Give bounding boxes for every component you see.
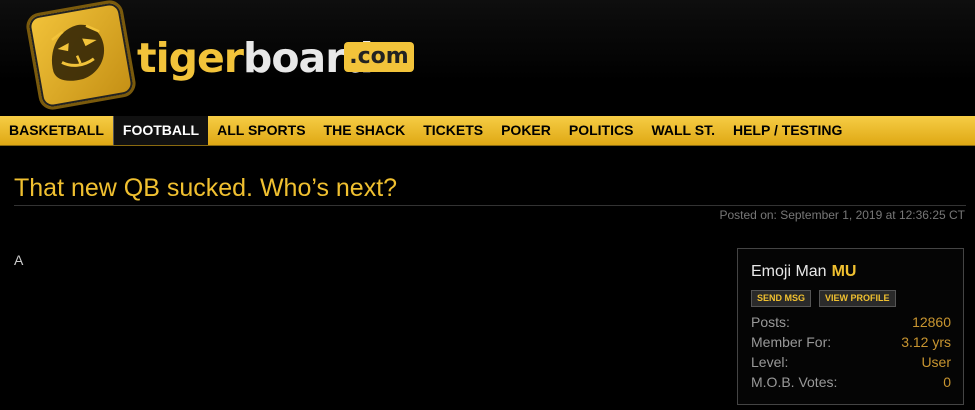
nav-item-poker[interactable]: POKER [492, 116, 560, 145]
stat-row: M.O.B. Votes: 0 [751, 372, 951, 392]
user-school: MU [831, 263, 857, 280]
nav-item-the-shack[interactable]: THE SHACK [315, 116, 415, 145]
main-nav: BASKETBALL FOOTBALL ALL SPORTS THE SHACK TIC… [0, 116, 975, 146]
title-divider [14, 205, 966, 206]
logo-wordmark-tiger: tiger [137, 34, 244, 82]
tiger-head-icon [24, 0, 138, 112]
nav-item-wall-st[interactable]: WALL ST. [642, 116, 724, 145]
send-msg-button[interactable]: SEND MSG [751, 290, 812, 307]
page-title: That new QB sucked. Who’s next? [14, 174, 398, 202]
nav-item-help-testing[interactable]: HELP / TESTING [724, 116, 851, 145]
nav-item-politics[interactable]: POLITICS [560, 116, 643, 145]
logo-com-badge: .com [344, 42, 414, 72]
stat-label: Level: [751, 354, 789, 370]
stat-row: Member For: 3.12 yrs [751, 332, 951, 352]
username-link[interactable]: Emoji Man [751, 263, 827, 280]
stat-label: Member For: [751, 334, 832, 350]
logo-wordmark: tigerboard [137, 34, 374, 82]
post-body: A [14, 252, 24, 268]
stat-value: 12860 [912, 314, 951, 330]
nav-item-football[interactable]: FOOTBALL [112, 116, 209, 145]
nav-item-tickets[interactable]: TICKETS [414, 116, 492, 145]
site-header: tigerboard .com [0, 0, 975, 116]
user-action-buttons: SEND MSG VIEW PROFILE [751, 290, 896, 307]
user-name-line: Emoji Man MU [751, 263, 856, 281]
stat-value: 3.12 yrs [901, 334, 951, 350]
stat-row: Level: User [751, 352, 951, 372]
user-info-box: Emoji Man MU SEND MSG VIEW PROFILE Posts:… [737, 248, 964, 405]
stat-label: Posts: [751, 314, 790, 330]
stat-row: Posts: 12860 [751, 312, 951, 332]
nav-item-basketball[interactable]: BASKETBALL [0, 116, 113, 145]
stat-value: User [921, 354, 951, 370]
stat-value: 0 [943, 374, 951, 390]
user-stats: Posts: 12860 Member For: 3.12 yrs Level: User… [751, 312, 951, 392]
posted-timestamp: Posted on: September 1, 2019 at 12:36:25… [719, 208, 966, 222]
view-profile-button[interactable]: VIEW PROFILE [819, 290, 896, 307]
stat-label: M.O.B. Votes: [751, 374, 838, 390]
nav-item-all-sports[interactable]: ALL SPORTS [208, 116, 314, 145]
